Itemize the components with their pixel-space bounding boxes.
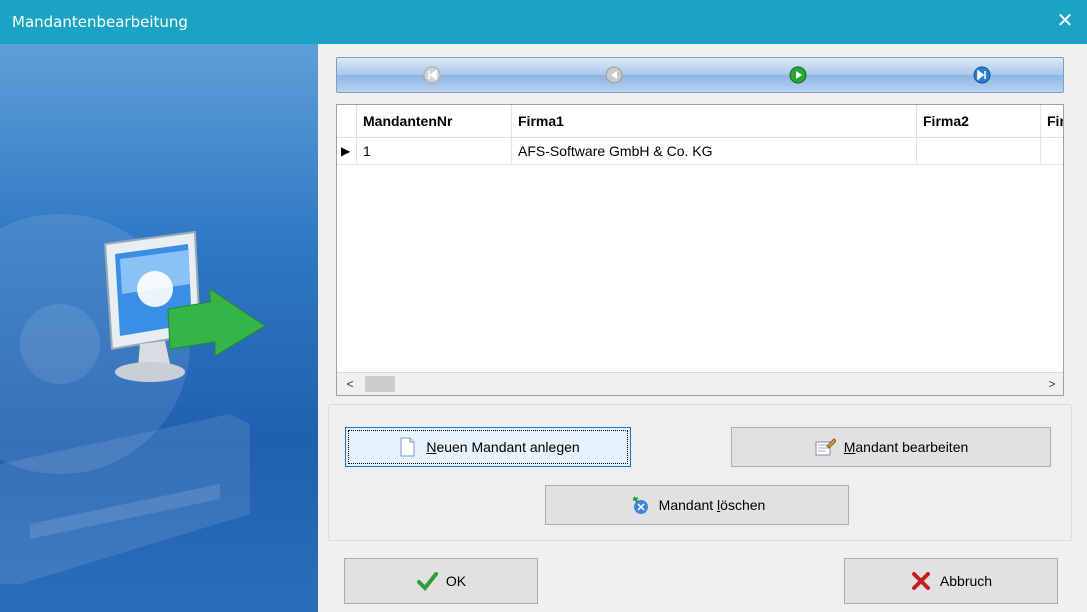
last-record-button[interactable] bbox=[971, 64, 993, 86]
cancel-label: Abbruch bbox=[939, 573, 993, 589]
main-panel: MandantenNr Firma1 Firma2 Fir ▶ 1 AFS-So… bbox=[318, 44, 1087, 612]
column-header-firma1[interactable]: Firma1 bbox=[512, 105, 917, 137]
actions-group: Neuen Mandant anlegen Mandant bearbeiten… bbox=[328, 404, 1072, 541]
ok-button[interactable]: OK bbox=[344, 558, 538, 604]
window-title: Mandantenbearbeitung bbox=[12, 13, 188, 31]
column-header-mandantennr[interactable]: MandantenNr bbox=[357, 105, 512, 137]
checkmark-icon bbox=[416, 572, 438, 592]
delete-client-button[interactable]: Mandant löschen bbox=[545, 485, 849, 525]
cancel-button[interactable]: Abbruch bbox=[844, 558, 1058, 604]
decorative-side-panel bbox=[0, 44, 318, 612]
prior-record-icon bbox=[605, 66, 623, 84]
first-record-button[interactable] bbox=[421, 64, 443, 86]
clients-table[interactable]: MandantenNr Firma1 Firma2 Fir ▶ 1 AFS-So… bbox=[336, 104, 1064, 396]
column-header-firma3[interactable]: Fir bbox=[1041, 105, 1063, 137]
new-client-label: Neuen Mandant anlegen bbox=[426, 439, 580, 455]
edit-client-button[interactable]: Mandant bearbeiten bbox=[731, 427, 1051, 467]
delete-client-icon bbox=[632, 496, 648, 514]
edit-document-icon bbox=[815, 438, 836, 456]
delete-client-label: Mandant löschen bbox=[658, 497, 766, 513]
column-header-firma2[interactable]: Firma2 bbox=[917, 105, 1041, 137]
last-record-icon bbox=[973, 66, 991, 84]
table-row[interactable]: ▶ 1 AFS-Software GmbH & Co. KG bbox=[337, 138, 1063, 165]
horizontal-scrollbar[interactable]: < > bbox=[337, 372, 1063, 395]
row-indicator-icon: ▶ bbox=[337, 138, 357, 164]
new-document-icon bbox=[400, 437, 415, 457]
computer-illustration-icon bbox=[0, 214, 266, 584]
prior-record-button[interactable] bbox=[603, 64, 625, 86]
table-header: MandantenNr Firma1 Firma2 Fir bbox=[337, 105, 1063, 138]
cell-firma1[interactable]: AFS-Software GmbH & Co. KG bbox=[512, 138, 917, 164]
row-indicator-header bbox=[337, 105, 357, 137]
scroll-left-icon[interactable]: < bbox=[341, 373, 359, 395]
title-bar: Mandantenbearbeitung ✕ bbox=[0, 0, 1087, 44]
next-record-icon bbox=[789, 66, 807, 84]
close-icon[interactable]: ✕ bbox=[1053, 9, 1077, 33]
cell-firma2[interactable] bbox=[917, 138, 1041, 164]
cell-mandantennr[interactable]: 1 bbox=[357, 138, 512, 164]
scrollbar-thumb[interactable] bbox=[365, 376, 395, 392]
cell-firma3[interactable] bbox=[1041, 138, 1063, 164]
first-record-icon bbox=[423, 66, 441, 84]
new-client-button[interactable]: Neuen Mandant anlegen bbox=[345, 427, 631, 467]
record-navigator bbox=[336, 57, 1064, 93]
scroll-right-icon[interactable]: > bbox=[1043, 373, 1061, 395]
cancel-x-icon bbox=[911, 572, 930, 590]
ok-label: OK bbox=[445, 573, 467, 589]
next-record-button[interactable] bbox=[787, 64, 809, 86]
edit-client-label: Mandant bearbeiten bbox=[843, 439, 969, 455]
